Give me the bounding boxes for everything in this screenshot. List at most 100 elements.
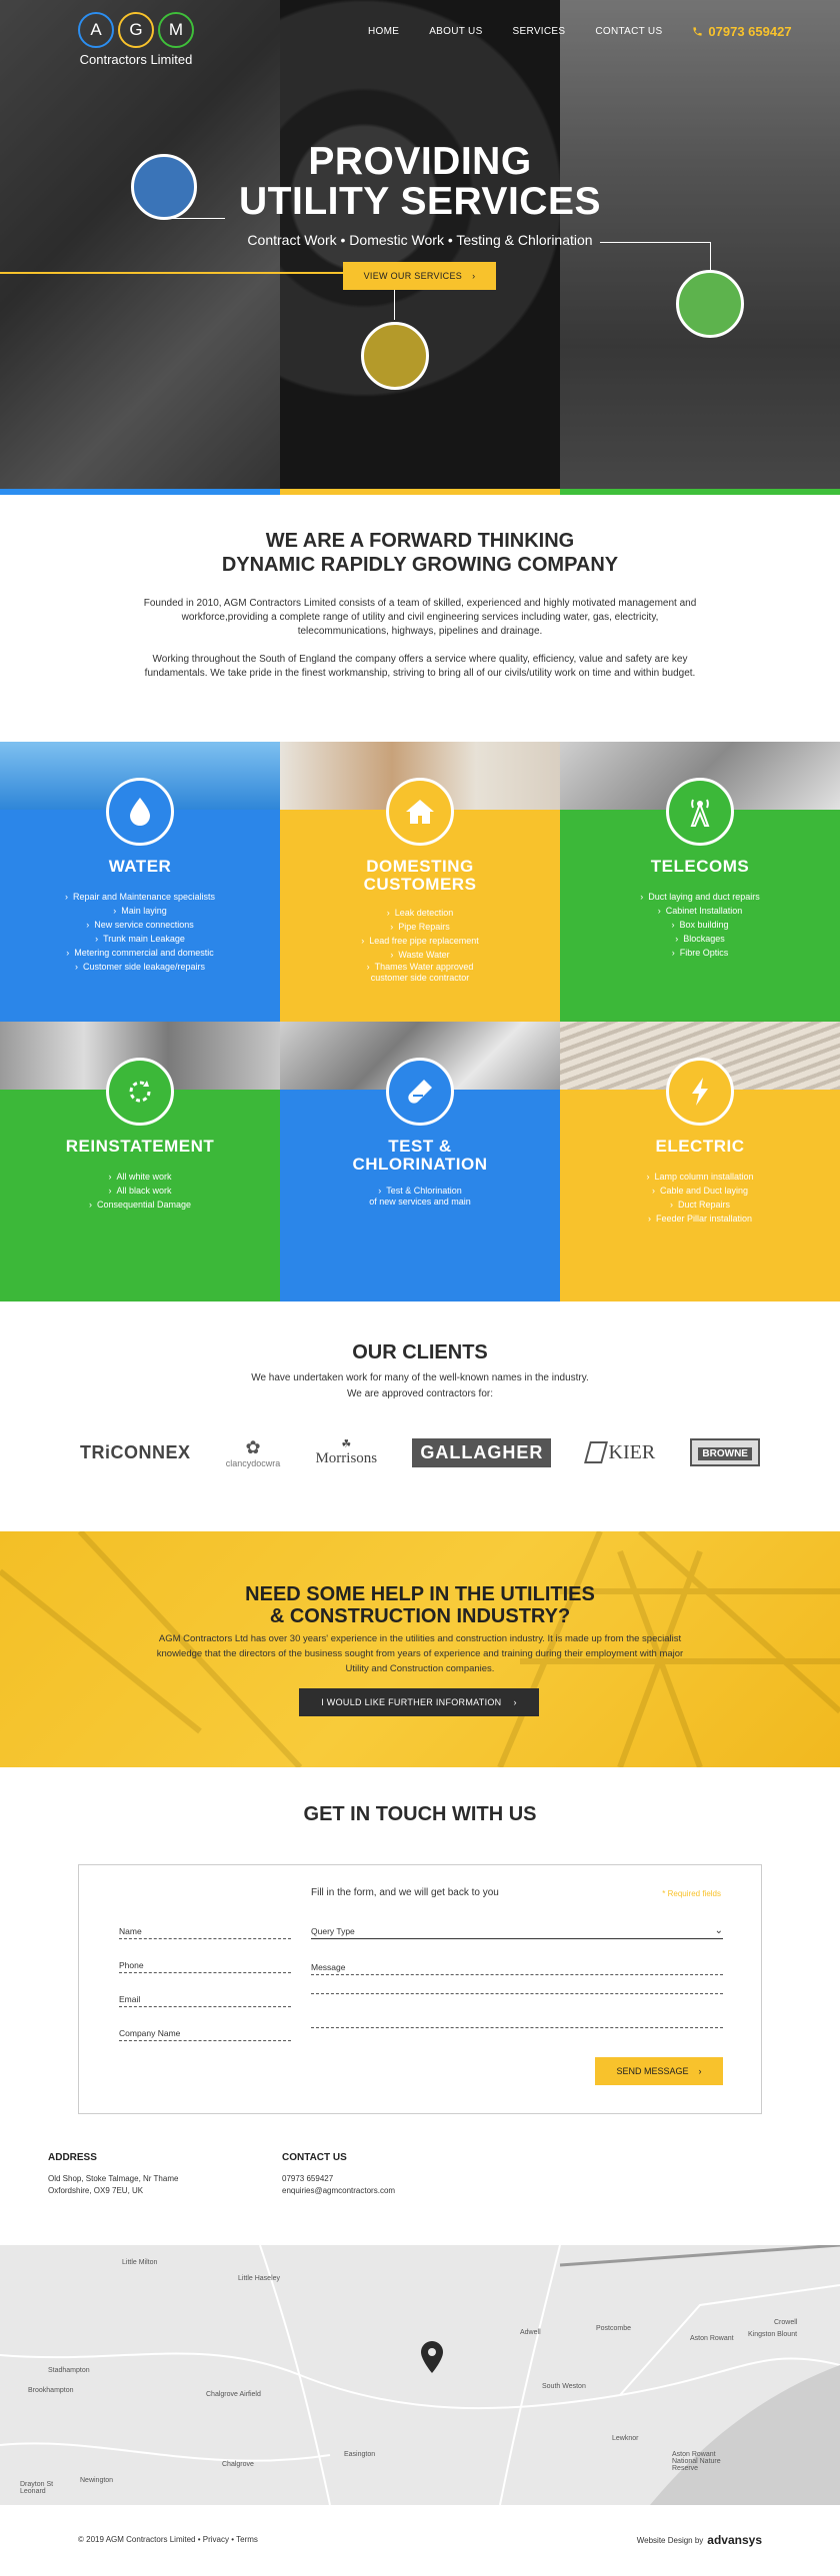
company-field[interactable]: Company Name [119,2027,291,2041]
phone-icon [693,27,703,36]
service-list-domestic: Leak detection Pipe Repairs Lead free pi… [280,906,560,984]
intro-heading-line-1: WE ARE A FORWARD THINKING [265,530,575,552]
credit-text: Website Design by [636,2535,704,2545]
nav-about[interactable]: ABOUT US [429,26,482,37]
help-heading: NEED SOME HELP IN THE UTILITIES & CONSTR… [0,1583,840,1627]
hero-title: PROVIDING UTILITY SERVICES [0,142,840,222]
designer-credit[interactable]: Website Design by advansys [637,2533,762,2547]
map-label: Postcombe [596,2325,632,2332]
list-item: Thames Water approved [280,962,560,973]
help-heading-line-2: & CONSTRUCTION INDUSTRY? [269,1605,571,1627]
logo[interactable]: A G M Contractors Limited [78,12,194,67]
privacy-link[interactable]: Privacy [203,2535,229,2544]
intro-heading-line-2: DYNAMIC RAPIDLY GROWING COMPANY [221,554,619,576]
clients-intro: We have undertaken work for many of the … [0,1370,840,1402]
email-placeholder: Email [119,1994,141,2004]
map-label: Adwell [520,2329,541,2336]
map-label: Aston Rowant [690,2335,734,2342]
contact-section: GET IN TOUCH WITH US Fill in the form, a… [0,1767,840,2197]
nav-home[interactable]: HOME [368,26,399,37]
test-tube-icon [386,1058,454,1126]
message-field[interactable]: Message [311,1959,723,1975]
hero-bar-green [560,489,840,495]
contact-label: CONTACT US [282,2152,347,2163]
service-list-water: Repair and Maintenance specialists Main … [0,890,280,974]
hero-circle-yellow [361,322,429,390]
map-pin-icon[interactable] [420,2341,444,2378]
map-label: Stadhampton [48,2367,90,2374]
service-tile-reinstatement[interactable]: REINSTATEMENT All white work All black w… [0,1022,280,1301]
hero-subtitle: Contract Work • Domestic Work • Testing … [247,232,593,248]
list-item: Lead free pipe replacement [280,934,560,948]
service-title-electric: ELECTRIC [655,1137,745,1156]
message-line-2 [311,1993,723,1994]
intro-section: WE ARE A FORWARD THINKING DYNAMIC RAPIDL… [0,495,840,742]
required-note: * Required fields [662,1889,721,1898]
kier-logo: KIER [583,1440,656,1464]
header-phone[interactable]: 07973 659427 [692,24,792,39]
main-nav: HOME ABOUT US SERVICES CONTACT US 07973 … [368,24,792,39]
address-line-1: Old Shop, Stoke Talmage, Nr Thame [48,2174,179,2183]
contact-email[interactable]: enquiries@agmcontractors.com [282,2185,516,2197]
chevron-down-icon: ⌄ [714,1925,723,1936]
company-placeholder: Company Name [119,2028,181,2038]
location-map[interactable]: Little Milton Little Haseley Adwell Post… [0,2245,840,2505]
map-label: Newington [80,2477,114,2484]
send-message-button[interactable]: SEND MESSAGE › [595,2057,723,2085]
service-tile-domestic[interactable]: DOMESTING CUSTOMERS Leak detection Pipe … [280,742,560,1022]
browne-logo: BROWNE [690,1438,760,1466]
service-tile-electric[interactable]: ELECTRIC Lamp column installation Cable … [560,1022,840,1301]
list-item: Feeder Pillar installation [560,1212,840,1226]
send-label: SEND MESSAGE [616,2066,689,2076]
phone-field[interactable]: Phone [119,1959,291,1973]
copyright: © 2019 AGM Contractors Limited [78,2535,196,2544]
further-info-button[interactable]: I WOULD LIKE FURTHER INFORMATION › [299,1688,539,1716]
email-field[interactable]: Email [119,1993,291,2007]
service-title-chlorination: TEST & CHLORINATION [352,1137,488,1174]
service-title-domestic: DOMESTING CUSTOMERS [363,857,477,894]
intro-paragraph-1: Founded in 2010, AGM Contractors Limited… [143,598,697,637]
clients-line-2: We are approved contractors for: [347,1388,493,1399]
clancydocwra-text: clancydocwra [225,1457,281,1468]
map-label: Chalgrove Airfield [206,2391,261,2398]
address-block: ADDRESS Old Shop, Stoke Talmage, Nr Tham… [48,2152,282,2197]
name-field[interactable]: Name [119,1925,291,1939]
query-type-select[interactable]: Query Type ⌄ [311,1925,723,1939]
contact-block: CONTACT US 07973 659427 enquiries@agmcon… [282,2152,516,2197]
lightning-icon [666,1058,734,1126]
service-tile-chlorination[interactable]: TEST & CHLORINATION Test & Chlorination … [280,1022,560,1301]
list-item: of new services and main [369,1197,471,1207]
contact-details: ADDRESS Old Shop, Stoke Talmage, Nr Tham… [48,2152,792,2197]
logo-ring-m: M [158,12,194,48]
map-label: Aston Rowant National Nature Reserve [672,2451,721,2472]
list-item: Repair and Maintenance specialists [0,890,280,904]
list-item: Duct Repairs [560,1198,840,1212]
nav-contact[interactable]: CONTACT US [595,26,662,37]
list-item: Cabinet Installation [560,904,840,918]
map-label: Chalgrove [222,2461,254,2468]
logo-ring-g: G [118,12,154,48]
morrisons-crest-icon: ☘ [341,1438,352,1450]
query-placeholder: Query Type [311,1926,355,1936]
service-list-reinstatement: All white work All black work Consequent… [0,1170,280,1212]
contact-phone[interactable]: 07973 659427 [282,2173,516,2185]
service-tile-water[interactable]: WATER Repair and Maintenance specialists… [0,742,280,1022]
footer: © 2019 AGM Contractors Limited • Privacy… [0,2505,840,2576]
kier-text: KIER [608,1440,656,1463]
map-label: Easington [344,2451,376,2458]
clancy-swoosh-icon: ✿ [245,1436,261,1457]
list-item: Blockages [560,932,840,946]
nav-services[interactable]: SERVICES [513,26,566,37]
service-tile-telecoms[interactable]: TELECOMS Duct laying and duct repairs Ca… [560,742,840,1022]
map-label: Crowell [774,2319,798,2326]
hero-line-center [394,290,395,320]
view-services-button[interactable]: VIEW OUR SERVICES › [343,262,496,290]
contact-heading: GET IN TOUCH WITH US [303,1803,537,1825]
map-label: Drayton St Leonard [20,2481,54,2495]
list-item: All white work [0,1170,280,1184]
name-placeholder: Name [119,1926,142,1936]
terms-link[interactable]: Terms [236,2535,258,2544]
phone-placeholder: Phone [119,1960,144,1970]
list-item: customer side contractor [370,973,470,983]
hero-title-line-2: UTILITY SERVICES [239,180,601,223]
